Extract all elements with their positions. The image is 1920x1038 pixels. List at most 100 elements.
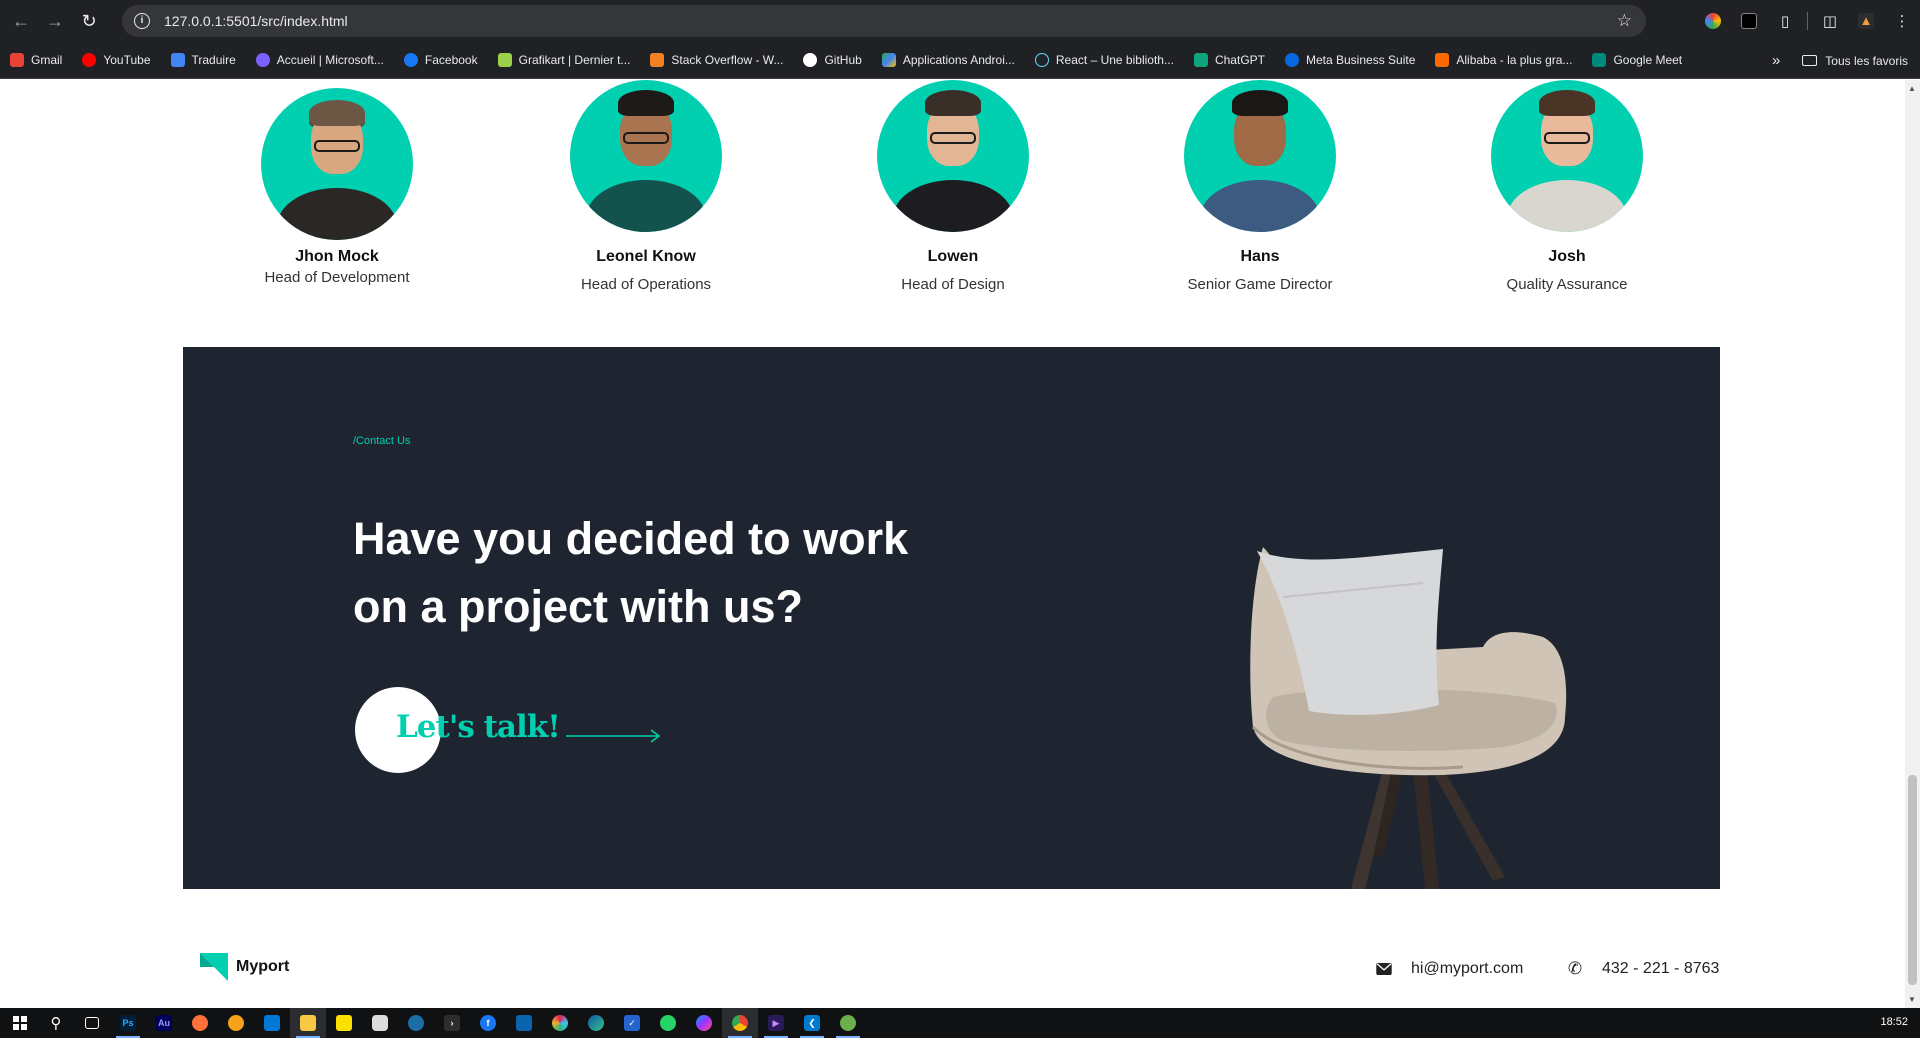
bookmark-label: Alibaba - la plus gra...	[1456, 53, 1573, 67]
bookmark-label: React – Une biblioth...	[1055, 53, 1174, 67]
arrow-right-icon[interactable]	[566, 729, 662, 743]
footer-phone[interactable]: ✆ 432 - 221 - 8763	[1566, 959, 1720, 978]
bookmark-item[interactable]: YouTube	[82, 53, 151, 67]
firefox-icon[interactable]	[182, 1008, 218, 1038]
menu-dots-icon[interactable]: ⋮	[1884, 3, 1920, 39]
github-icon	[803, 53, 818, 67]
messenger-icon[interactable]	[686, 1008, 722, 1038]
footer-logo[interactable]: Myport	[200, 953, 289, 981]
bookmark-item[interactable]: Accueil | Microsoft...	[255, 53, 384, 67]
bookmark-item[interactable]: React – Une biblioth...	[1034, 53, 1174, 67]
bookmark-item[interactable]: Meta Business Suite	[1284, 53, 1416, 67]
logo-mark-icon	[200, 953, 228, 981]
team-member-photo	[570, 80, 722, 232]
armchair-image	[1250, 547, 1567, 889]
react-icon	[1034, 53, 1049, 67]
contact-section: /Contact Us Have you decided to work on …	[183, 347, 1720, 889]
audition-label: Au	[156, 1015, 172, 1031]
search-app-icon[interactable]	[218, 1008, 254, 1038]
team-member-role: Head of Development	[264, 269, 410, 286]
terminal-icon[interactable]: ›	[434, 1008, 470, 1038]
bookmark-label: Stack Overflow - W...	[671, 53, 784, 67]
all-bookmarks-link[interactable]: Tous les favoris	[1825, 54, 1908, 68]
team-member-role: Quality Assurance	[1506, 276, 1628, 293]
dark-extension-icon[interactable]	[1731, 3, 1767, 39]
todo-icon[interactable]: ✓	[614, 1008, 650, 1038]
bookmark-item[interactable]: Stack Overflow - W...	[650, 53, 783, 67]
bookmark-item[interactable]: Facebook	[403, 53, 478, 67]
photoshop-icon[interactable]: Ps	[110, 1008, 146, 1038]
windows-taskbar: ⚲ Ps Au › f ✓ ▶ ❮ 18:52	[0, 1008, 1920, 1038]
team-member-photo	[1491, 80, 1643, 232]
color-extension-icon[interactable]	[1695, 3, 1731, 39]
edge-icon[interactable]	[578, 1008, 614, 1038]
bookmark-item[interactable]: Grafikart | Dernier t...	[497, 53, 630, 67]
bookmark-label: Meta Business Suite	[1305, 53, 1416, 67]
bookmark-label: Google Meet	[1613, 53, 1683, 67]
store-icon[interactable]	[254, 1008, 290, 1038]
search-icon[interactable]: ⚲	[38, 1008, 74, 1038]
side-panel-icon[interactable]: ◫	[1812, 3, 1848, 39]
unity-icon[interactable]	[362, 1008, 398, 1038]
windows-start-icon[interactable]	[2, 1008, 38, 1038]
bookmark-item[interactable]: GitHub	[803, 53, 862, 67]
alibaba-icon	[1435, 53, 1450, 67]
bookmark-star-icon[interactable]: ☆	[1617, 11, 1632, 31]
team-member-card: Hans Senior Game Director	[1140, 80, 1380, 293]
bookmark-label: Facebook	[424, 53, 478, 67]
sticky-notes-icon[interactable]	[326, 1008, 362, 1038]
app-green-icon[interactable]	[830, 1008, 866, 1038]
more-bookmarks-icon[interactable]: »	[1772, 52, 1780, 69]
chrome-icon[interactable]	[722, 1008, 758, 1038]
bookmark-item[interactable]: Applications Androi...	[881, 53, 1015, 67]
bookmark-item[interactable]: ChatGPT	[1193, 53, 1265, 67]
bookmark-item[interactable]: Traduire	[170, 53, 236, 67]
reload-icon[interactable]: ↻	[72, 4, 106, 38]
scroll-up-icon[interactable]: ▲	[1908, 84, 1916, 93]
browser-toolbar: ← → ↻ i 127.0.0.1:5501/src/index.html ☆ …	[0, 0, 1920, 42]
taskbar-clock[interactable]: 18:52	[1880, 1016, 1908, 1028]
email-text: hi@myport.com	[1411, 960, 1524, 977]
vscode-icon[interactable]: ❮	[794, 1008, 830, 1038]
extensions-puzzle-icon[interactable]: ▯	[1767, 3, 1803, 39]
photoshop-label: Ps	[120, 1015, 136, 1031]
bookmarks-bar: Gmail YouTube Traduire Accueil | Microso…	[0, 42, 1920, 79]
team-member-photo	[261, 88, 413, 240]
phone-text: 432 - 221 - 8763	[1602, 960, 1720, 977]
extension-bar: ▯ ◫ ▲ ⋮	[1695, 0, 1920, 42]
bookmark-label: GitHub	[824, 53, 862, 67]
team-member-name: Lowen	[927, 248, 979, 265]
page-viewport: Jhon Mock Head of Development Leonel Kno…	[0, 80, 1905, 1008]
bookmark-item[interactable]: Gmail	[10, 53, 62, 67]
bookmark-label: Accueil | Microsoft...	[276, 53, 384, 67]
microsoft-icon	[255, 53, 270, 67]
whatsapp-icon[interactable]	[650, 1008, 686, 1038]
phone-icon: ✆	[1567, 959, 1583, 978]
team-member-card: Josh Quality Assurance	[1447, 80, 1687, 293]
address-bar[interactable]: i 127.0.0.1:5501/src/index.html ☆	[122, 5, 1646, 37]
profile-avatar-icon[interactable]: ▲	[1848, 3, 1884, 39]
slack-icon[interactable]	[542, 1008, 578, 1038]
media-player-icon[interactable]: ▶	[758, 1008, 794, 1038]
facebook-icon	[403, 53, 418, 67]
scroll-down-icon[interactable]: ▼	[1908, 995, 1916, 1004]
bookmark-item[interactable]: Alibaba - la plus gra...	[1435, 53, 1572, 67]
scroll-thumb[interactable]	[1908, 775, 1917, 985]
facebook-app-icon[interactable]: f	[470, 1008, 506, 1038]
contact-heading: Have you decided to work on a project wi…	[353, 513, 909, 632]
gmail-icon	[10, 53, 24, 67]
back-icon[interactable]: ←	[4, 4, 38, 38]
forward-icon[interactable]: →	[38, 4, 72, 38]
page-scrollbar[interactable]: ▲ ▼	[1905, 80, 1920, 1008]
audition-icon[interactable]: Au	[146, 1008, 182, 1038]
url-text: 127.0.0.1:5501/src/index.html	[164, 13, 348, 29]
site-info-icon[interactable]: i	[134, 13, 150, 29]
edge-dev-icon[interactable]	[398, 1008, 434, 1038]
footer-email[interactable]: hi@myport.com	[1375, 960, 1523, 978]
outlook-icon[interactable]	[506, 1008, 542, 1038]
lets-talk-button[interactable]: Let's talk!	[396, 709, 561, 745]
bookmark-item[interactable]: Google Meet	[1592, 53, 1682, 67]
file-explorer-icon[interactable]	[290, 1008, 326, 1038]
team-member-name: Jhon Mock	[295, 248, 379, 265]
task-view-icon[interactable]	[74, 1008, 110, 1038]
